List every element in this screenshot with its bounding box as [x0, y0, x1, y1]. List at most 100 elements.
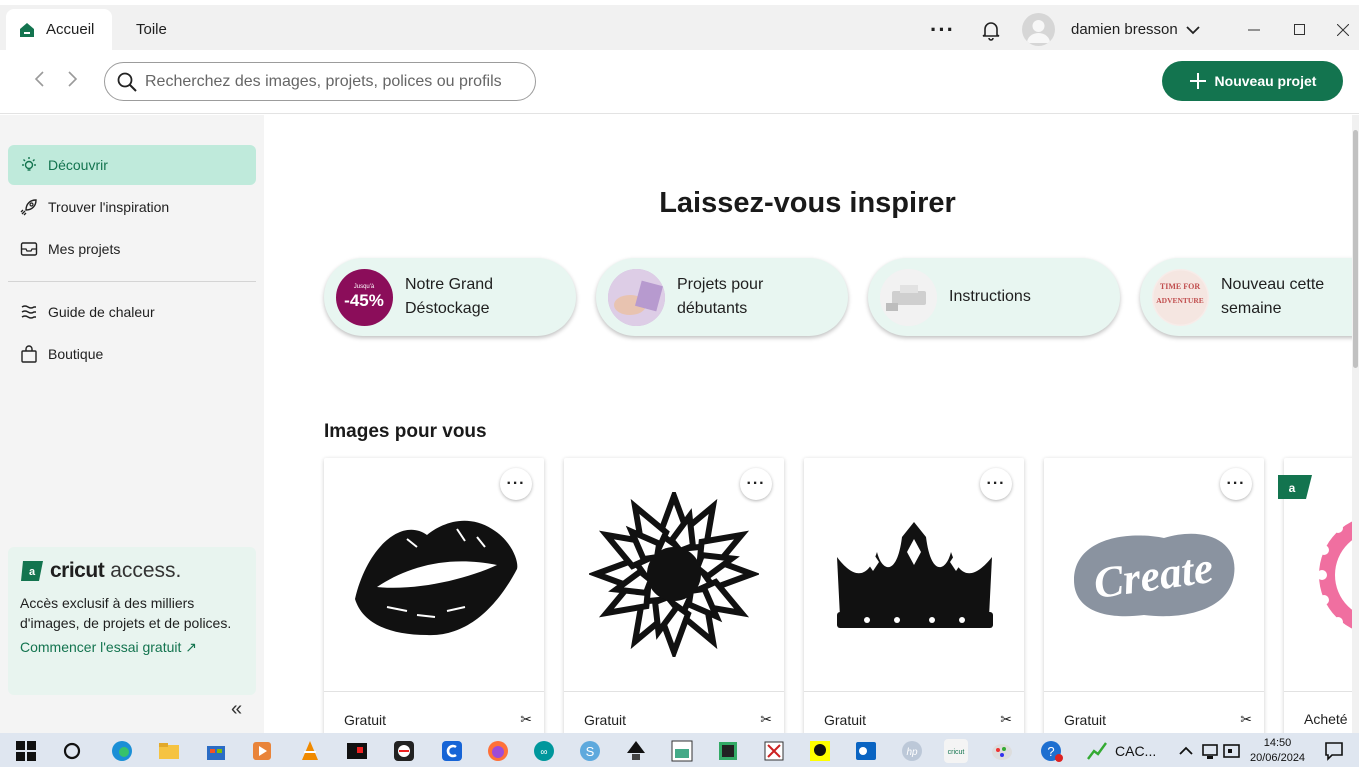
avatar[interactable]	[1022, 9, 1055, 50]
image-card-sunflower[interactable]: ··· Gratuit ✂	[564, 458, 784, 733]
svg-text:a: a	[29, 566, 36, 578]
scissors-icon: ✂	[1000, 711, 1012, 727]
sidebar-item-boutique[interactable]: Boutique	[8, 334, 256, 374]
user-menu[interactable]: damien bresson	[1071, 9, 1200, 50]
adventure-small: TIME FOR	[1160, 282, 1200, 291]
plus-icon	[1189, 73, 1206, 89]
main-content: Laissez-vous inspirer Jusqu'à -45% Notre …	[264, 115, 1359, 733]
more-options-icon[interactable]: ···	[980, 468, 1012, 500]
card-footer: Gratuit ✂	[824, 711, 1012, 728]
firefox-icon[interactable]	[486, 739, 510, 763]
more-options-icon[interactable]: ···	[740, 468, 772, 500]
notifications-bell-icon[interactable]	[980, 9, 1002, 50]
clock-date: 20/06/2024	[1250, 752, 1306, 764]
help-icon[interactable]: ?	[1040, 739, 1064, 763]
more-options-icon[interactable]: ···	[1220, 468, 1252, 500]
app-icon-6[interactable]	[762, 739, 786, 763]
app-icon-3[interactable]	[440, 739, 464, 763]
image-card-crown[interactable]: ··· Gratuit ✂	[804, 458, 1024, 733]
search-taskbar-icon[interactable]	[60, 739, 84, 763]
outlook-icon[interactable]	[854, 739, 878, 763]
sidebar-item-label: Guide de chaleur	[48, 304, 155, 320]
instructions-thumbnail	[880, 268, 937, 326]
app-icon-5[interactable]	[716, 739, 740, 763]
inbox-icon	[20, 242, 38, 256]
search-input[interactable]	[145, 72, 525, 91]
store-icon[interactable]	[204, 739, 228, 763]
scissors-icon: ✂	[760, 711, 772, 727]
images-section-title: Images pour vous	[324, 421, 487, 442]
image-card-pink-flower[interactable]: a Acheté	[1278, 458, 1359, 733]
taskbar-app-label[interactable]: CAC...	[1115, 743, 1156, 759]
minimize-window-icon[interactable]	[1248, 9, 1260, 50]
main-scrollbar[interactable]	[1352, 115, 1359, 733]
volume-icon[interactable]	[1220, 739, 1244, 763]
app-icon-1[interactable]	[345, 739, 369, 763]
inkscape-icon[interactable]	[624, 739, 648, 763]
tab-label: Toile	[136, 21, 167, 38]
category-pill-debutants[interactable]: Projets pour débutants	[596, 258, 848, 336]
media-player-icon[interactable]	[250, 739, 274, 763]
search-box[interactable]	[104, 62, 536, 101]
arduino-icon[interactable]: ∞	[532, 739, 556, 763]
tab-toile[interactable]: Toile	[136, 9, 167, 50]
cricut-access-promo: a cricut access. Accès exclusif à des mil…	[8, 547, 256, 695]
image-card-lips[interactable]: ··· Gratuit ✂	[324, 458, 544, 733]
stock-chart-icon[interactable]	[1086, 739, 1110, 763]
windows-taskbar: ∞ S hp cricut ? CAC... 14:50 20/06/2024	[0, 733, 1359, 767]
app-icon-4[interactable]: S	[578, 739, 602, 763]
scissors-icon: ✂	[520, 711, 532, 727]
sidebar-item-inspiration[interactable]: Trouver l'inspiration	[8, 187, 256, 227]
scrollbar-thumb[interactable]	[1353, 130, 1358, 368]
beginners-thumbnail	[608, 268, 665, 326]
network-icon[interactable]	[1198, 739, 1222, 763]
home-icon	[20, 22, 34, 37]
edge-icon[interactable]	[110, 739, 134, 763]
more-options-icon[interactable]: ···	[930, 9, 955, 50]
paint-icon[interactable]	[990, 739, 1014, 763]
category-pill-instructions[interactable]: Instructions	[868, 258, 1120, 336]
access-badge-icon: a	[21, 561, 43, 581]
start-trial-link[interactable]: Commencer l'essai gratuit ↗	[20, 639, 244, 656]
windows-start-icon[interactable]	[14, 739, 38, 763]
sidebar-item-mes-projets[interactable]: Mes projets	[8, 229, 256, 269]
category-pill-destockage[interactable]: Jusqu'à -45% Notre Grand Déstockage	[324, 258, 576, 336]
collapse-sidebar-icon[interactable]: «	[231, 698, 242, 721]
username: damien bresson	[1071, 21, 1178, 38]
hp-icon[interactable]: hp	[900, 739, 924, 763]
new-this-week-thumbnail: TIME FOR ADVENTURE	[1152, 268, 1209, 326]
card-footer: Gratuit ✂	[1064, 711, 1252, 728]
cricut-taskbar-icon[interactable]: cricut	[944, 739, 968, 763]
app-icon-7[interactable]	[808, 739, 832, 763]
forward-arrow-icon[interactable]	[67, 70, 79, 94]
app-icon-2[interactable]	[392, 739, 416, 763]
price-label: Gratuit	[824, 711, 867, 728]
cfao-icon[interactable]	[670, 739, 694, 763]
scissors-icon: ✂	[1240, 711, 1252, 727]
price-label: Acheté	[1304, 711, 1348, 727]
svg-text:?: ?	[1047, 744, 1054, 759]
close-window-icon[interactable]	[1337, 9, 1349, 50]
sidebar-item-label: Boutique	[48, 346, 104, 362]
card-footer: Acheté	[1304, 711, 1359, 727]
image-card-create[interactable]: Create ··· Gratuit ✂	[1044, 458, 1264, 733]
maximize-window-icon[interactable]	[1294, 9, 1306, 50]
pill-label: Notre Grand Déstockage	[405, 276, 494, 317]
chevron-up-icon[interactable]	[1174, 739, 1198, 763]
vlc-icon[interactable]	[298, 739, 322, 763]
notification-center-icon[interactable]	[1322, 739, 1346, 763]
system-clock[interactable]: 14:50 20/06/2024	[1250, 736, 1305, 766]
pill-label: Nouveau cette semaine	[1221, 276, 1325, 317]
page-title: Laissez-vous inspirer	[659, 187, 956, 219]
svg-text:hp: hp	[906, 747, 918, 758]
file-explorer-icon[interactable]	[157, 739, 181, 763]
back-arrow-icon[interactable]	[33, 70, 45, 94]
new-project-button[interactable]: Nouveau projet	[1162, 61, 1343, 101]
sidebar-item-decouvrir[interactable]: Découvrir	[8, 145, 256, 185]
sale-badge-small: Jusqu'à	[354, 284, 375, 290]
more-options-icon[interactable]: ···	[500, 468, 532, 500]
category-pill-nouveau[interactable]: TIME FOR ADVENTURE Nouveau cette semaine	[1140, 258, 1359, 336]
tab-accueil[interactable]: Accueil	[6, 9, 112, 50]
sidebar-item-guide-chaleur[interactable]: Guide de chaleur	[8, 292, 256, 332]
title-bar: Accueil Toile ··· damien bresson	[0, 0, 1359, 50]
